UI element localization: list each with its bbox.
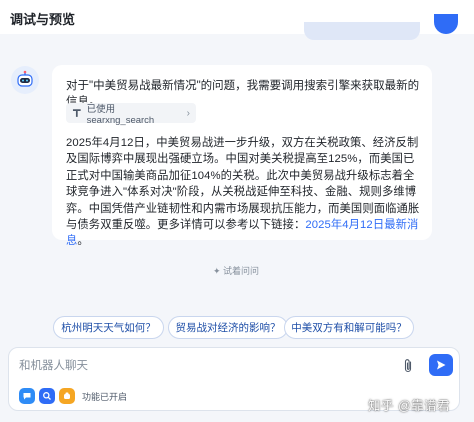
- bot-avatar: [11, 66, 39, 94]
- tool-call-chip[interactable]: 已使用 searxng_search ›: [66, 103, 196, 126]
- web-search-icon[interactable]: [39, 388, 55, 404]
- tool-icon: [72, 109, 81, 117]
- message-body: 2025年4月12日，中美贸易战进一步升级，双方在关税政策、经济反制及国际博弈中…: [66, 135, 424, 250]
- chat-input[interactable]: [19, 357, 379, 375]
- chevron-right-icon: ›: [186, 107, 190, 119]
- chat-tool-icon[interactable]: [19, 388, 35, 404]
- message-body-end: 。: [77, 235, 89, 248]
- suggestions-label: ✦ 试着问问: [213, 266, 260, 276]
- paperclip-icon[interactable]: [400, 357, 416, 375]
- message-body-text: 2025年4月12日，中美贸易战进一步升级，双方在关税政策、经济反制及国际博弈中…: [66, 137, 420, 232]
- plugin-icon[interactable]: [59, 388, 75, 404]
- bot-message: 对于"中美贸易战最新情况"的问题，我需要调用搜索引擎来获取最新的信息。 已使用 …: [52, 65, 432, 247]
- suggestion-chip[interactable]: 中美双方有和解可能吗？: [284, 316, 414, 339]
- user-message-bubble: [304, 22, 420, 40]
- page-title: 调试与预览: [10, 12, 76, 27]
- robot-icon: [17, 70, 33, 87]
- send-icon: [437, 360, 446, 370]
- watermark: 知乎 @靠谱君: [368, 399, 451, 413]
- send-button[interactable]: [429, 354, 453, 376]
- suggestion-chip[interactable]: 贸易战对经济的影响？: [168, 316, 288, 339]
- function-status: 功能已开启: [82, 392, 128, 402]
- suggestion-chip[interactable]: 杭州明天天气如何？: [53, 316, 164, 339]
- tool-call-label: 已使用 searxng_search: [86, 103, 155, 126]
